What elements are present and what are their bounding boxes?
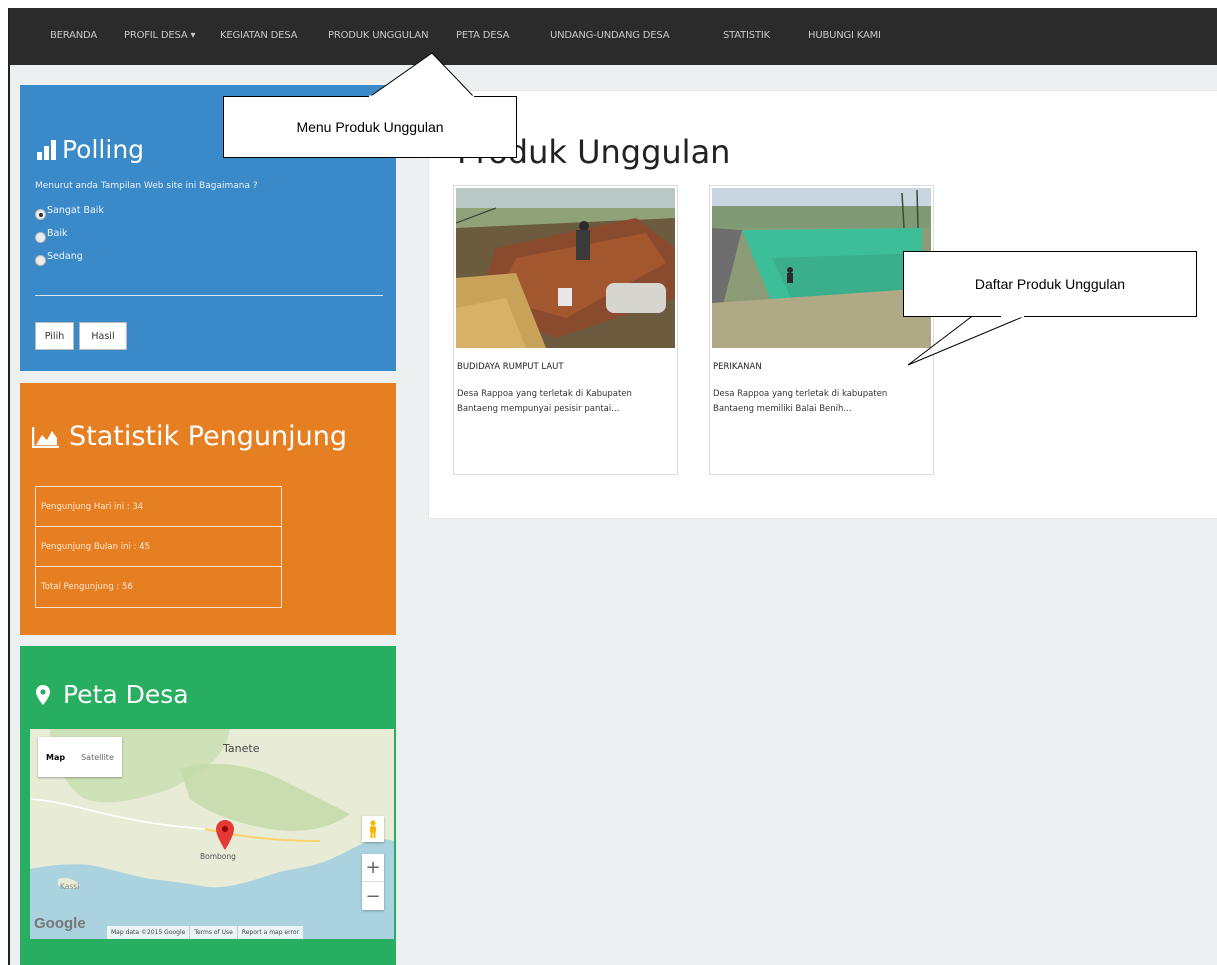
stat-hari-ini: Pengunjung Hari ini : 34 (36, 487, 281, 527)
statistik-title-text: Statistik Pengunjung (69, 421, 348, 452)
radio-checked-icon[interactable] (35, 209, 46, 220)
product-card[interactable]: BUDIDAYA RUMPUT LAUT Desa Rappoa yang te… (453, 185, 678, 475)
statistik-table: Pengunjung Hari ini : 34 Pengunjung Bula… (35, 486, 282, 608)
divider (35, 295, 383, 296)
nav-statistik[interactable]: STATISTIK (723, 30, 770, 41)
zoom-out-icon[interactable]: − (362, 882, 384, 910)
report-map-error-link[interactable]: Report a map error (238, 926, 303, 939)
radio-icon[interactable] (35, 255, 46, 266)
poll-option-label: Baik (47, 228, 68, 239)
product-name[interactable]: PERIKANAN (713, 362, 762, 372)
polling-title-text: Polling (62, 135, 145, 164)
poll-option-label: Sangat Baik (47, 205, 104, 216)
callout-daftar-produk-unggulan: Daftar Produk Unggulan (903, 251, 1197, 317)
map-marker-icon (36, 684, 50, 705)
product-description: Desa Rappoa yang terletak di Kabupaten B… (457, 389, 632, 414)
stat-total: Total Pengunjung : 56 (41, 582, 133, 592)
peta-title: Peta Desa (36, 680, 189, 709)
top-navbar: BERANDA PROFIL DESA ▾ KEGIATAN DESA PROD… (10, 8, 1217, 65)
map-label-kassi: Kassi (60, 882, 80, 891)
poll-option-baik[interactable]: Baik (35, 228, 67, 243)
map-label-tanete: Tanete (223, 742, 260, 755)
nav-beranda[interactable]: BERANDA (50, 30, 97, 41)
map-pin-icon[interactable] (216, 820, 234, 850)
area-chart-icon (32, 426, 59, 448)
product-description: Desa Rappoa yang terletak di kabupaten B… (713, 389, 888, 414)
product-name[interactable]: BUDIDAYA RUMPUT LAUT (457, 362, 564, 372)
stat-bulan-ini: Pengunjung Bulan ini : 45 (36, 527, 281, 567)
nav-produk-unggulan[interactable]: PRODUK UNGGULAN (328, 30, 429, 41)
nav-kegiatan-desa[interactable]: KEGIATAN DESA (220, 30, 297, 41)
poll-option-label: Sedang (47, 251, 83, 262)
zoom-control: + − (362, 854, 384, 910)
nav-peta-desa[interactable]: PETA DESA (456, 30, 509, 41)
pilih-button[interactable]: Pilih (35, 322, 74, 350)
google-map[interactable]: Map Satellite Tanete Bombong Kassi + − G… (30, 729, 394, 939)
google-logo: Google (34, 915, 86, 932)
statistik-panel: Statistik Pengunjung Pengunjung Hari ini… (20, 383, 396, 635)
map-footer: Map data ©2015 Google Terms of Use Repor… (107, 926, 303, 939)
polling-title: Polling (37, 135, 144, 164)
product-card[interactable]: PERIKANAN Desa Rappoa yang terletak di k… (709, 185, 934, 475)
peta-title-text: Peta Desa (63, 680, 189, 709)
map-data-text: Map data ©2015 Google (107, 926, 191, 939)
bar-chart-icon (37, 139, 56, 160)
nav-undang-undang-desa[interactable]: UNDANG-UNDANG DESA (550, 30, 670, 41)
zoom-in-icon[interactable]: + (362, 854, 384, 882)
callout-menu-produk-unggulan: Menu Produk Unggulan (223, 96, 517, 158)
map-label-bombong: Bombong (200, 852, 236, 861)
hasil-button[interactable]: Hasil (79, 322, 127, 350)
satellite-tab[interactable]: Satellite (73, 737, 122, 777)
statistik-title: Statistik Pengunjung (32, 421, 347, 452)
nav-profil-desa[interactable]: PROFIL DESA ▾ (124, 30, 195, 41)
poll-option-sangat-baik[interactable]: Sangat Baik (35, 205, 104, 220)
poll-option-sedang[interactable]: Sedang (35, 251, 83, 266)
product-image[interactable] (712, 188, 931, 348)
map-tab[interactable]: Map (38, 737, 73, 777)
terms-of-use-link[interactable]: Terms of Use (190, 926, 238, 939)
peta-panel: Peta Desa Map Satellite Tanete Bombong K… (20, 646, 396, 965)
polling-question: Menurut anda Tampilan Web site ini Bagai… (35, 181, 258, 191)
map-type-control: Map Satellite (38, 737, 122, 777)
browser-frame: BERANDA PROFIL DESA ▾ KEGIATAN DESA PROD… (8, 8, 1217, 965)
product-image[interactable] (456, 188, 675, 348)
radio-icon[interactable] (35, 232, 46, 243)
nav-hubungi-kami[interactable]: HUBUNGI KAMI (808, 30, 881, 41)
pegman-icon[interactable] (362, 816, 384, 842)
